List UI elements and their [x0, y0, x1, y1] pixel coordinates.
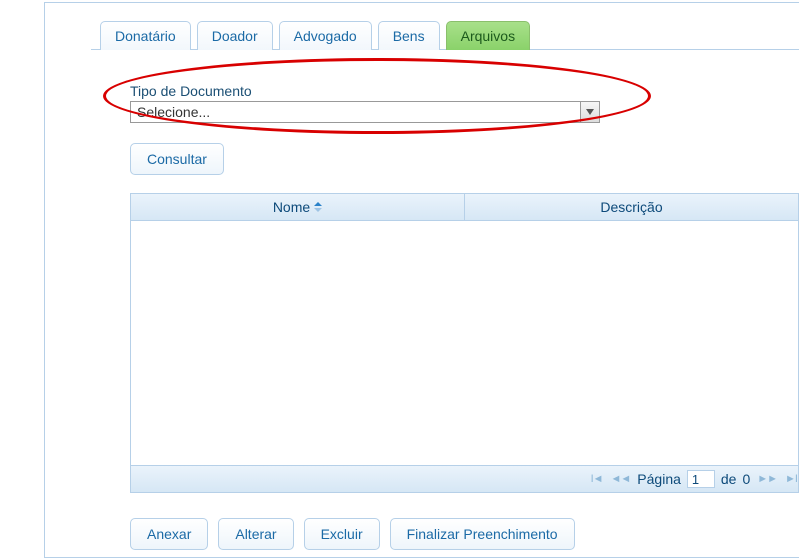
main-panel: Donatário Doador Advogado Bens Arquivos …: [44, 2, 799, 558]
tab-label: Bens: [393, 28, 425, 44]
pager-first-icon[interactable]: I◄: [590, 473, 604, 485]
table-header: Nome Descrição: [130, 193, 799, 221]
finalizar-button[interactable]: Finalizar Preenchimento: [390, 518, 575, 550]
tipo-documento-value: Selecione...: [130, 101, 600, 123]
tab-label: Donatário: [115, 28, 176, 44]
tab-doador[interactable]: Doador: [197, 21, 273, 50]
anexar-button[interactable]: Anexar: [130, 518, 208, 550]
column-label: Descrição: [600, 199, 662, 215]
pager-total: 0: [742, 471, 750, 487]
excluir-button[interactable]: Excluir: [304, 518, 380, 550]
tab-arquivos[interactable]: Arquivos: [446, 21, 530, 50]
pager-page-input[interactable]: [687, 470, 715, 488]
button-label: Finalizar Preenchimento: [407, 526, 558, 542]
table-body: [130, 221, 799, 465]
pager-prev-icon[interactable]: ◄◄: [610, 473, 632, 485]
tabs: Donatário Doador Advogado Bens Arquivos: [100, 21, 530, 50]
action-buttons: Anexar Alterar Excluir Finalizar Preench…: [130, 518, 575, 550]
tipo-documento-label: Tipo de Documento: [130, 83, 252, 99]
chevron-down-icon[interactable]: [580, 101, 600, 123]
alterar-button[interactable]: Alterar: [218, 518, 293, 550]
sort-icon: [314, 202, 322, 212]
pager-label-de: de: [721, 471, 737, 487]
tab-label: Doador: [212, 28, 258, 44]
tab-advogado[interactable]: Advogado: [279, 21, 372, 50]
tab-bens[interactable]: Bens: [378, 21, 440, 50]
pager-label-pagina: Página: [637, 471, 681, 487]
pager: I◄ ◄◄ Página de 0 ►► ►I: [130, 465, 799, 493]
tipo-documento-select[interactable]: Selecione...: [130, 101, 600, 123]
button-label: Consultar: [147, 151, 207, 167]
pager-last-icon[interactable]: ►I: [784, 473, 798, 485]
column-label: Nome: [273, 199, 310, 215]
column-header-nome[interactable]: Nome: [131, 194, 465, 220]
tab-donatario[interactable]: Donatário: [100, 21, 191, 50]
pager-next-icon[interactable]: ►►: [756, 473, 778, 485]
tab-label: Arquivos: [461, 28, 515, 44]
consultar-button[interactable]: Consultar: [130, 143, 224, 175]
column-header-descricao[interactable]: Descrição: [465, 194, 798, 220]
button-label: Anexar: [147, 526, 191, 542]
button-label: Excluir: [321, 526, 363, 542]
button-label: Alterar: [235, 526, 276, 542]
tab-label: Advogado: [294, 28, 357, 44]
files-table: Nome Descrição I◄ ◄◄ Página: [130, 193, 799, 493]
